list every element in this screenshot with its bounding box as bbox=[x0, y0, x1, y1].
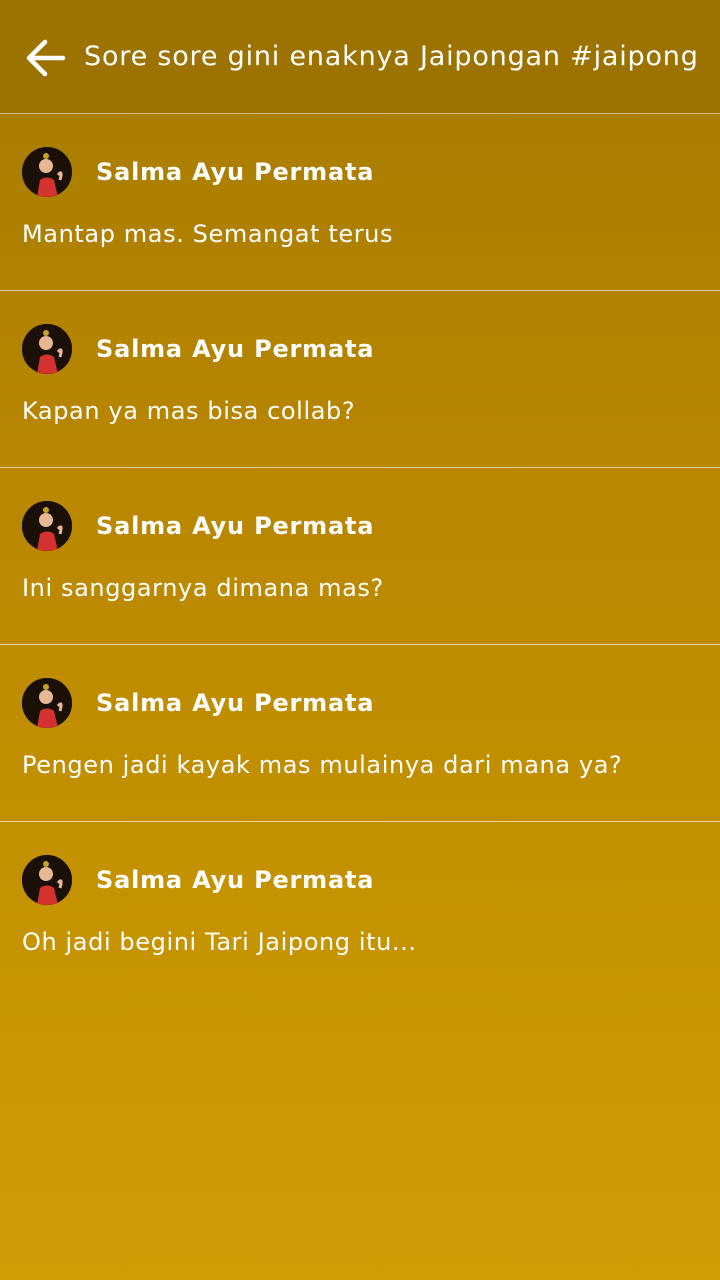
comment-text: Kapan ya mas bisa collab? bbox=[22, 397, 356, 425]
comment-item[interactable]: Salma Ayu Permata Oh jadi begini Tari Ja… bbox=[0, 822, 720, 999]
comment-text: Pengen jadi kayak mas mulainya dari mana… bbox=[22, 751, 623, 779]
comment-item[interactable]: Salma Ayu Permata Mantap mas. Semangat t… bbox=[0, 114, 720, 291]
avatar[interactable] bbox=[22, 678, 72, 728]
comment-list: Salma Ayu Permata Mantap mas. Semangat t… bbox=[0, 114, 720, 999]
comment-item[interactable]: Salma Ayu Permata Ini sanggarnya dimana … bbox=[0, 468, 720, 645]
comment-author[interactable]: Salma Ayu Permata bbox=[96, 509, 374, 543]
comment-author[interactable]: Salma Ayu Permata bbox=[96, 863, 374, 897]
comment-text: Oh jadi begini Tari Jaipong itu... bbox=[22, 928, 417, 956]
avatar-image bbox=[22, 678, 72, 728]
comment-item[interactable]: Salma Ayu Permata Pengen jadi kayak mas … bbox=[0, 645, 720, 822]
avatar-image bbox=[22, 324, 72, 374]
avatar-image bbox=[22, 501, 72, 551]
comment-author[interactable]: Salma Ayu Permata bbox=[96, 686, 374, 720]
avatar[interactable] bbox=[22, 147, 72, 197]
comment-author[interactable]: Salma Ayu Permata bbox=[96, 332, 374, 366]
back-button[interactable] bbox=[20, 33, 70, 83]
avatar[interactable] bbox=[22, 855, 72, 905]
comment-text: Mantap mas. Semangat terus bbox=[22, 220, 394, 248]
comments-screen: Sore sore gini enaknya Jaipongan #jaipon… bbox=[0, 0, 720, 1280]
avatar-image bbox=[22, 855, 72, 905]
arrow-left-icon bbox=[26, 39, 66, 77]
comment-text: Ini sanggarnya dimana mas? bbox=[22, 574, 384, 602]
comment-item[interactable]: Salma Ayu Permata Kapan ya mas bisa coll… bbox=[0, 291, 720, 468]
avatar[interactable] bbox=[22, 501, 72, 551]
top-app-bar: Sore sore gini enaknya Jaipongan #jaipon… bbox=[0, 0, 720, 114]
comment-author[interactable]: Salma Ayu Permata bbox=[96, 155, 374, 189]
avatar[interactable] bbox=[22, 324, 72, 374]
page-title: Sore sore gini enaknya Jaipongan #jaipon… bbox=[84, 41, 699, 72]
avatar-image bbox=[22, 147, 72, 197]
